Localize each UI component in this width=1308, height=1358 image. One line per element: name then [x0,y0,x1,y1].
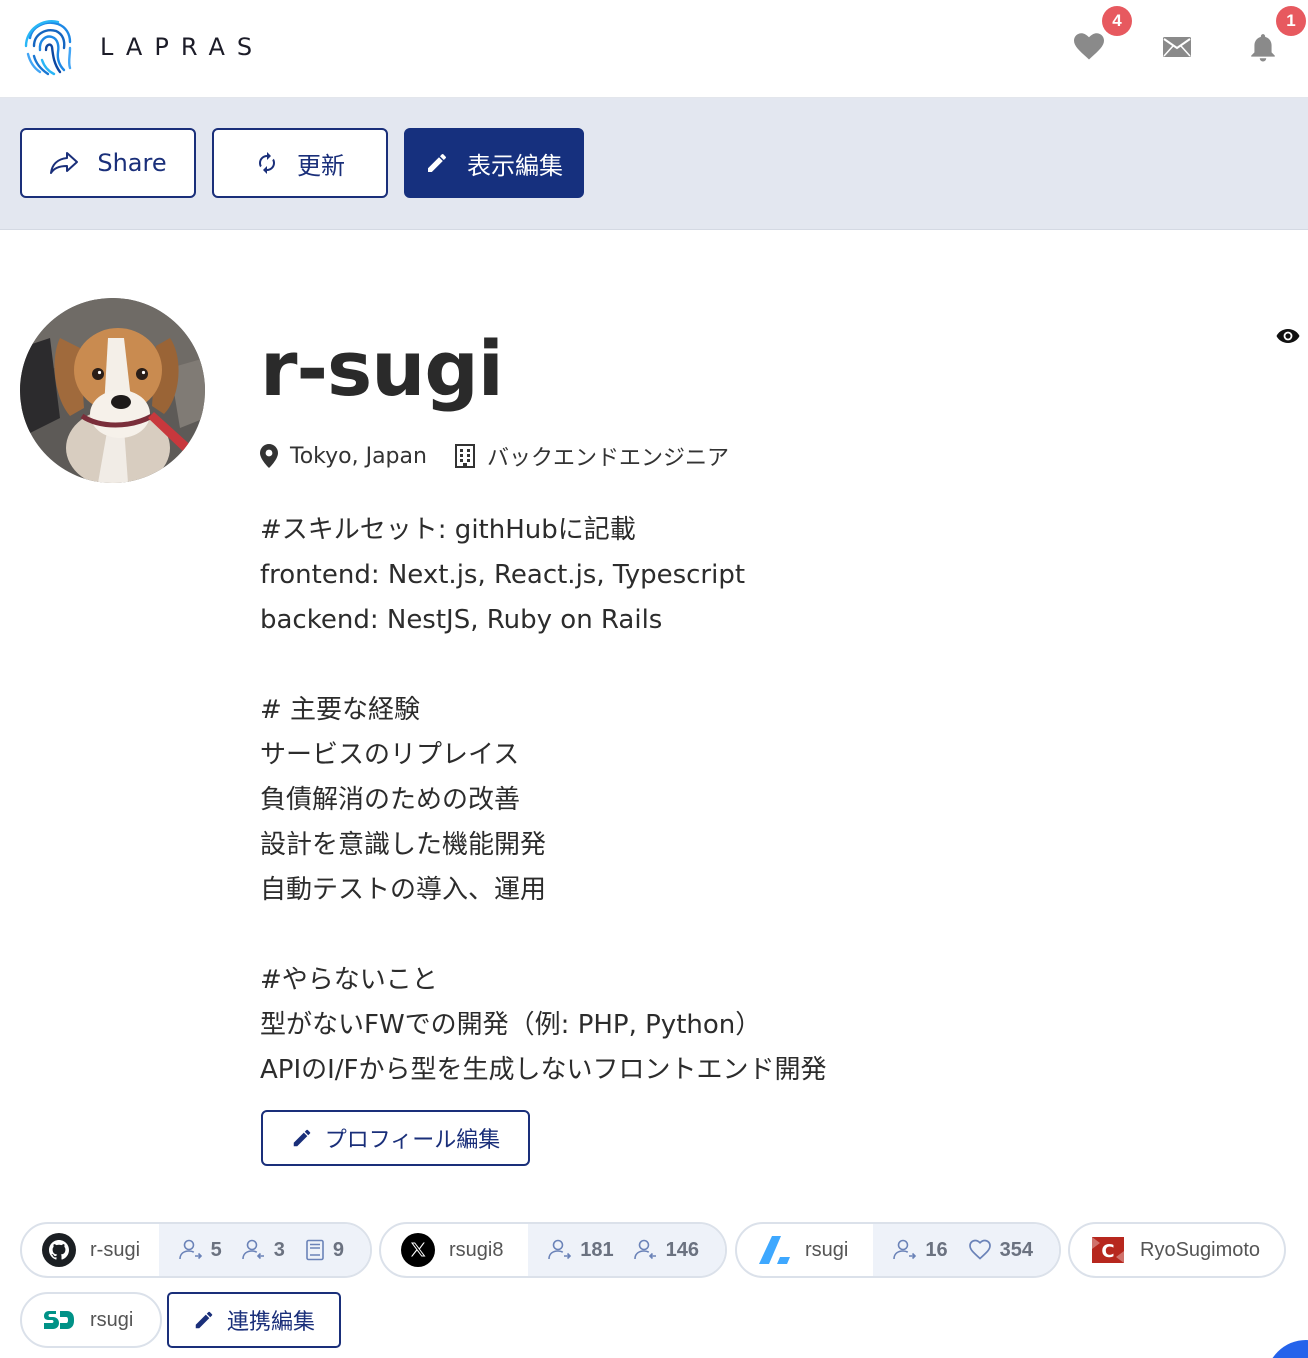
beagle-avatar-image [20,298,205,483]
location-item: Tokyo, Japan [260,444,427,469]
bio-line: frontend: Next.js, React.js, Typescript [260,560,746,590]
connpass-account-chip[interactable]: C RyoSugimoto [1068,1222,1286,1278]
zenn-followers-count: 16 [925,1238,948,1261]
x-logo-icon [401,1233,435,1267]
github-username: r-sugi [90,1238,141,1261]
favorites-count-badge: 4 [1102,6,1132,36]
top-navigation-bar: LAPRAS 4 1 [0,0,1308,98]
zenn-logo-icon [759,1236,790,1264]
messages-button[interactable] [1160,30,1194,64]
speakerdeck-username: rsugi [90,1308,134,1331]
bio-line: 設計を意識した機能開発 [260,830,547,860]
profile-username: r-sugi [260,324,504,413]
github-following-count: 3 [273,1238,285,1261]
share-icon [50,152,79,174]
zenn-likes-stat: 354 [968,1239,1033,1262]
job-title-item: バックエンドエンジニア [454,440,729,472]
bell-icon [1251,34,1275,62]
profile-action-bar: Share 更新 表示編集 [0,98,1308,230]
github-followers-stat: 5 [178,1238,222,1262]
x-account-chip[interactable]: rsugi8 181 146 [379,1222,727,1278]
bio-line: サービスのリプレイス [260,740,520,770]
refresh-icon [259,152,275,174]
bio-line: #やらないこと [260,965,438,995]
visibility-eye-icon[interactable] [1276,326,1300,346]
github-stats: 5 3 9 [158,1224,370,1276]
heart-outline-icon [968,1239,991,1260]
repository-icon [306,1239,324,1261]
pencil-icon [293,1129,310,1147]
zenn-followers-stat: 16 [893,1238,948,1262]
edit-profile-label: プロフィール編集 [324,1128,501,1153]
zenn-account-chip[interactable]: rsugi 16 354 [735,1222,1061,1278]
zenn-likes-count: 354 [999,1238,1033,1261]
refresh-button[interactable]: 更新 [212,128,388,198]
bio-line: backend: NestJS, Ruby on Rails [260,605,663,635]
x-username: rsugi8 [449,1238,504,1261]
profile-avatar [20,298,205,483]
floating-action-button[interactable] [1266,1340,1308,1358]
x-followers-stat: 181 [548,1238,614,1262]
followers-icon [178,1239,202,1260]
edit-display-label: 表示編集 [467,151,563,180]
github-followers-count: 5 [210,1238,222,1261]
refresh-label: 更新 [297,151,345,180]
edit-display-button[interactable]: 表示編集 [404,128,584,198]
speakerdeck-account-chip[interactable]: rsugi [20,1292,162,1348]
connpass-username: RyoSugimoto [1140,1238,1261,1261]
x-followers-count: 181 [580,1238,614,1261]
x-following-count: 146 [665,1238,699,1261]
mail-icon [1163,37,1191,57]
building-icon [454,444,475,468]
bio-line: 負債解消のための改善 [260,785,521,815]
x-stats: 181 146 [528,1224,725,1276]
github-repos-stat: 9 [305,1239,344,1262]
edit-links-label: 連携編集 [226,1310,315,1335]
github-following-stat: 3 [241,1238,285,1262]
github-account-chip[interactable]: r-sugi 5 3 9 [20,1222,372,1278]
bio-line: 自動テストの導入、運用 [260,875,547,905]
heart-icon [1074,33,1104,60]
bio-line: 型がないFWでの開発（例: PHP, Python） [260,1010,762,1040]
following-icon [241,1239,264,1260]
followers-icon [548,1239,572,1260]
svg-text:C: C [1101,1241,1114,1262]
share-button[interactable]: Share [20,128,196,198]
edit-links-button[interactable]: 連携編集 [167,1292,341,1348]
fingerprint-logo-icon [24,20,72,76]
x-following-stat: 146 [633,1238,699,1262]
logo-text: LAPRAS [100,33,265,61]
notifications-button[interactable]: 1 [1246,6,1306,64]
share-label: Share [97,149,167,177]
bio-line: APIのI/Fから型を生成しないフロントエンド開発 [260,1055,827,1085]
speakerdeck-logo-icon [44,1311,74,1329]
bio-line: # 主要な経験 [260,695,421,725]
edit-profile-button[interactable]: プロフィール編集 [261,1110,530,1166]
pencil-icon [195,1311,213,1329]
bio-line [260,913,827,958]
bio-line [260,643,827,688]
following-icon [633,1239,656,1260]
pencil-icon [428,154,446,172]
profile-bio: #スキルセット: githHubに記載 frontend: Next.js, R… [260,508,827,1093]
favorites-button[interactable]: 4 [1072,6,1132,64]
location-text: Tokyo, Japan [290,443,427,469]
notifications-count-badge: 1 [1276,6,1306,36]
lapras-logo[interactable]: LAPRAS [20,16,264,78]
connpass-logo-icon: C [1092,1237,1124,1263]
github-icon [42,1233,76,1267]
zenn-stats: 16 354 [873,1224,1059,1276]
profile-meta: Tokyo, Japan バックエンドエンジニア [260,440,729,472]
job-title-text: バックエンドエンジニア [486,446,729,471]
followers-icon [893,1239,917,1260]
bio-line: #スキルセット: githHubに記載 [260,515,636,545]
location-pin-icon [260,444,278,468]
zenn-username: rsugi [805,1238,849,1261]
github-repos-count: 9 [332,1238,344,1261]
